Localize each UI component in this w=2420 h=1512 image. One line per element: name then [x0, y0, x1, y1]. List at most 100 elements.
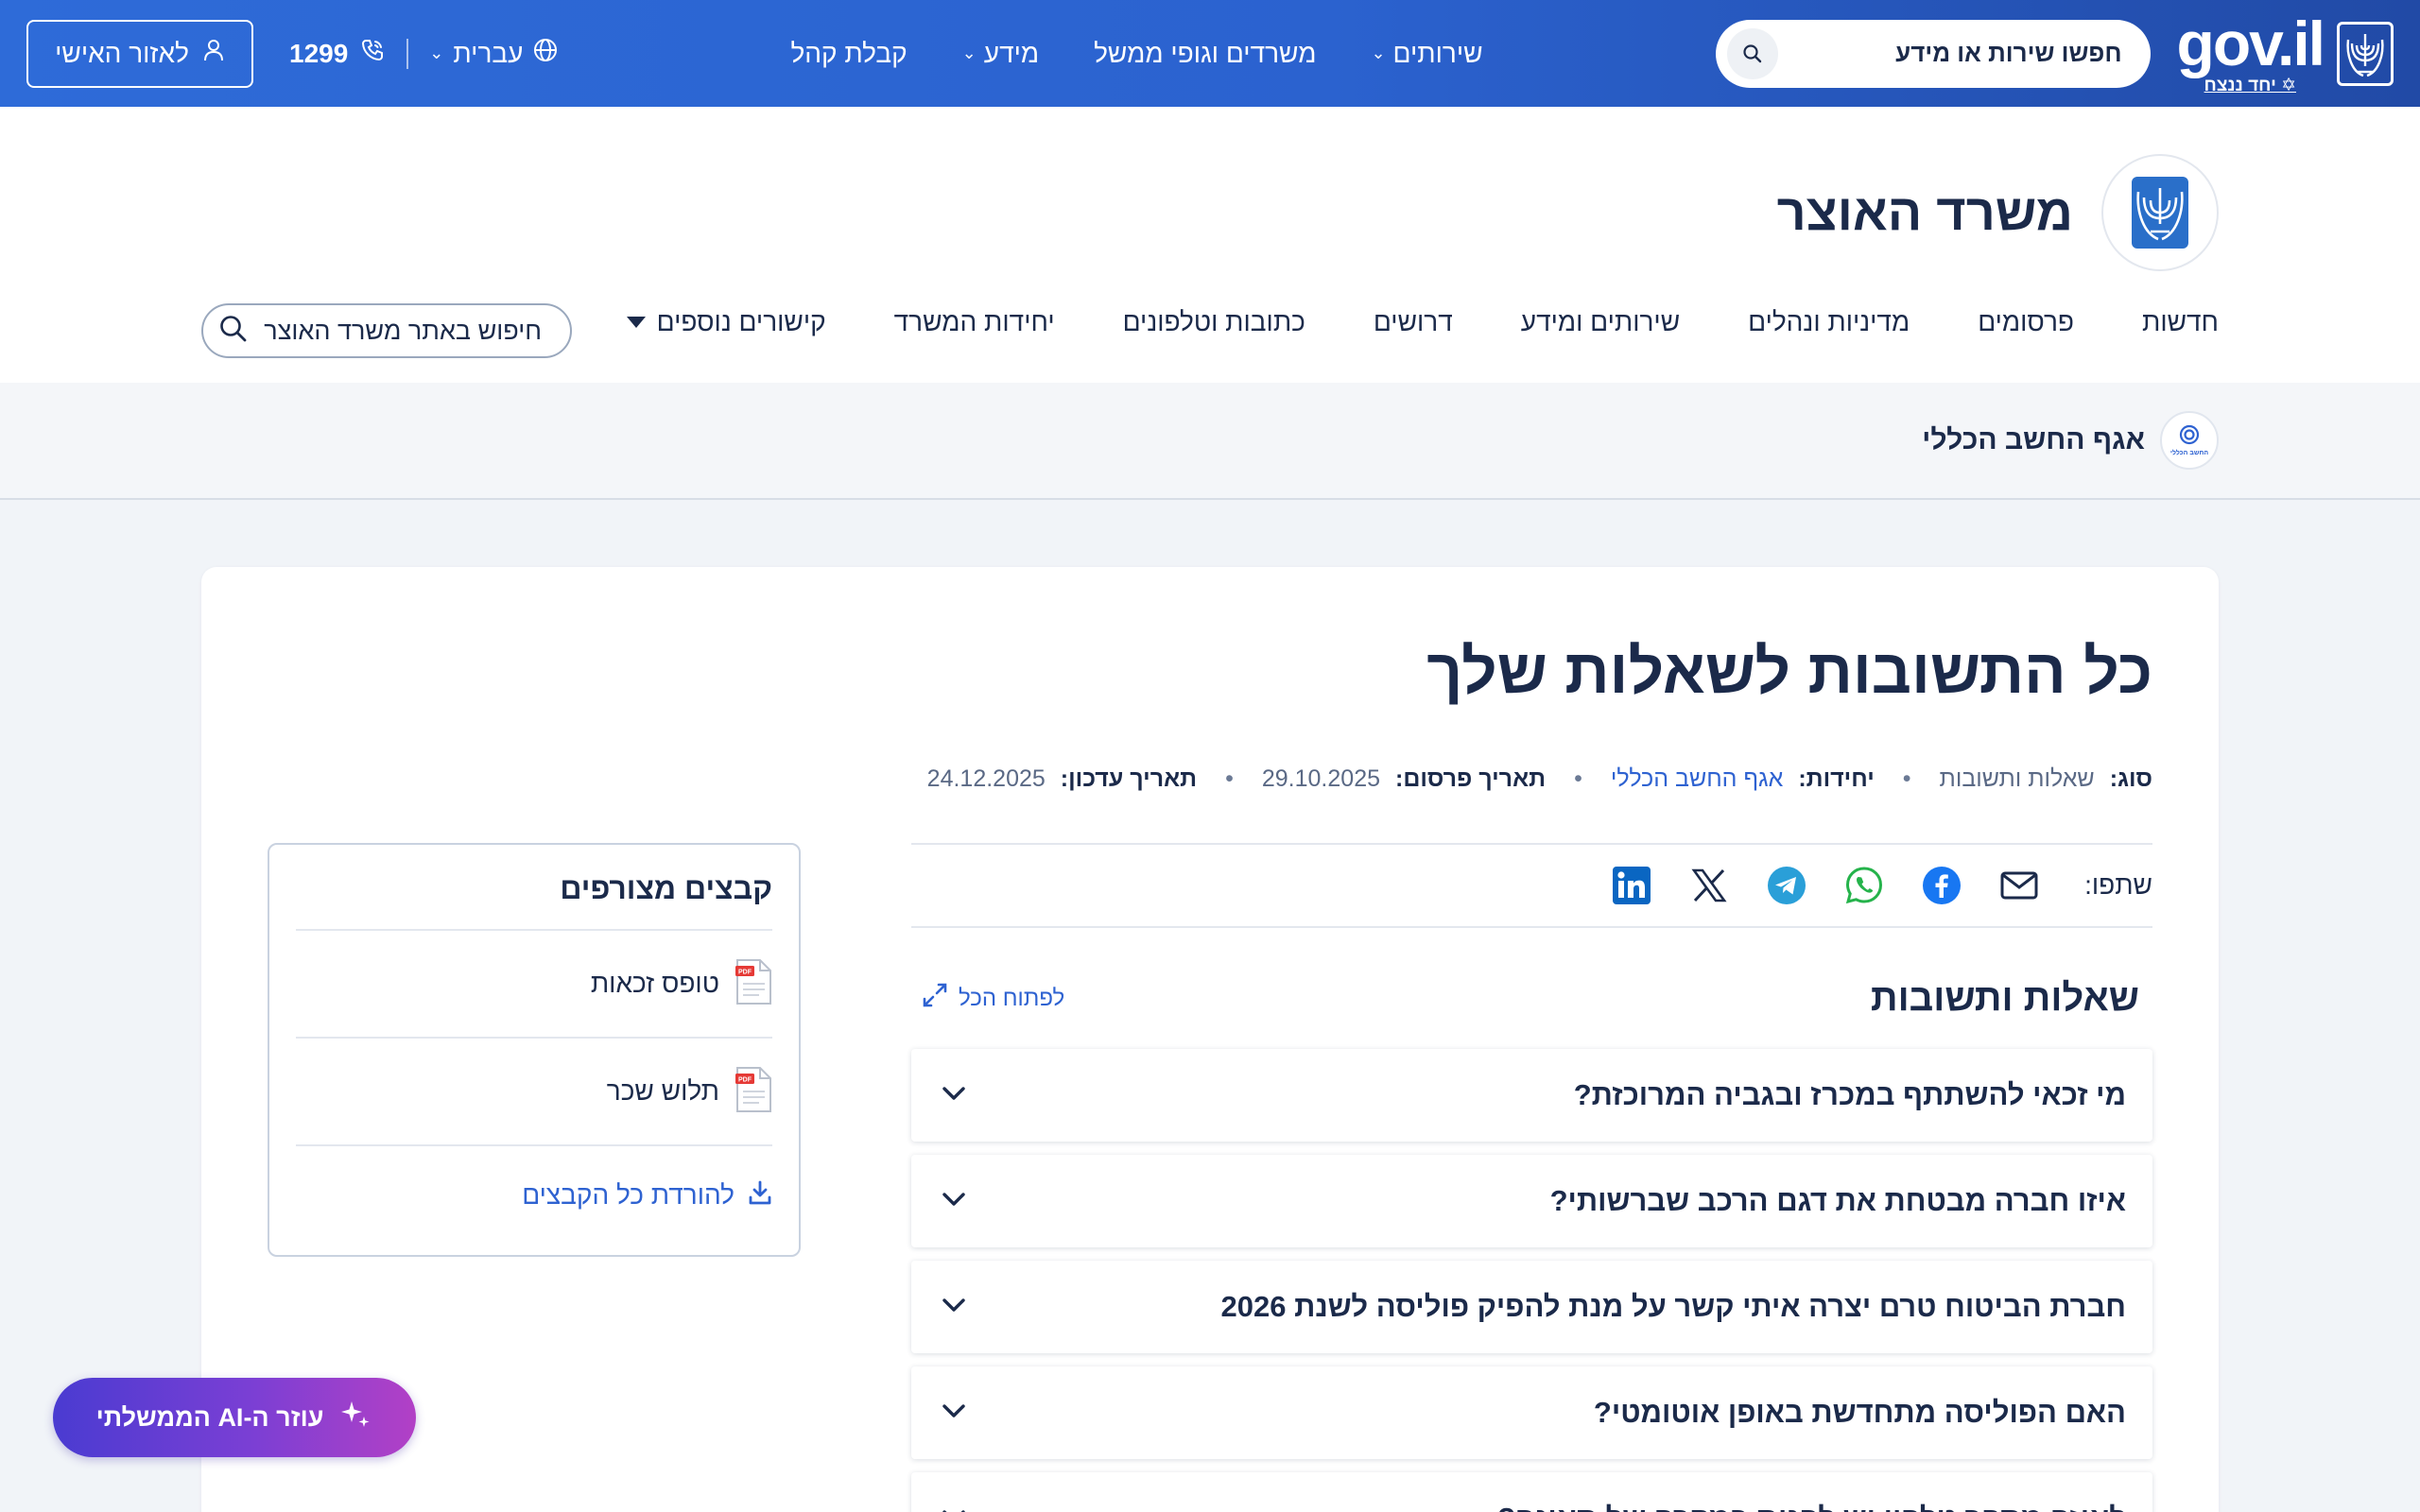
chevron-down-icon — [940, 1296, 968, 1319]
meta-separator: • — [1225, 765, 1234, 792]
attachment-name: תלוש שכר — [606, 1076, 719, 1106]
chevron-down-icon — [940, 1401, 968, 1425]
ministry-emblem-icon[interactable] — [2101, 154, 2219, 271]
top-search-box — [1715, 19, 2151, 88]
attachments-title: קבצים מצורפים — [296, 871, 772, 931]
chevron-down-icon: ⌄ — [961, 43, 977, 62]
state-emblem-icon — [2337, 21, 2394, 86]
personal-area-label: לאזור האישי — [55, 38, 189, 68]
globe-icon — [532, 37, 559, 70]
faq-item[interactable]: חברת הביטוח טרם יצרה איתי קשר על מנת להפ… — [911, 1261, 2152, 1353]
top-nav: שירותים ⌄ משרדים וגופי ממשל מידע ⌄ קבלת … — [790, 39, 1482, 69]
pdf-file-icon: PDF — [735, 1066, 772, 1118]
top-nav-info[interactable]: מידע ⌄ — [962, 39, 1039, 69]
gov-il-logo-text: gov.il — [2176, 9, 2325, 78]
open-all-label: לפתוח הכל — [959, 985, 1065, 1011]
meta-published-value: 29.10.2025 — [1261, 765, 1380, 792]
faq-header: שאלות ותשובות לפתוח הכל — [911, 977, 2152, 1020]
faq-title: שאלות ותשובות — [1870, 977, 2139, 1019]
faq-question: מי זכאי להשתתף במכרז ובגביה המרוכזת? — [1573, 1078, 2126, 1111]
user-icon — [202, 38, 225, 69]
faq-item[interactable]: לאיזה מספר טלפון יש לפנות במקרה של תאונה… — [911, 1472, 2152, 1512]
ministry-nav-more-links[interactable]: קישורים נוספים — [626, 307, 826, 337]
language-label: עברית — [453, 38, 524, 68]
top-nav-label: שירותים — [1392, 38, 1483, 68]
ministry-nav-services[interactable]: שירותים ומידע — [1521, 307, 1680, 337]
ai-assistant-button[interactable]: עוזר ה-AI הממשלתי — [53, 1378, 416, 1457]
attachment-item[interactable]: PDF תלוש שכר — [296, 1039, 772, 1146]
chevron-down-icon — [940, 1190, 968, 1213]
unit-logo[interactable]: החשב הכללי — [2160, 411, 2219, 470]
pdf-file-icon: PDF — [735, 958, 772, 1010]
top-nav-label: משרדים וגופי ממשל — [1094, 38, 1317, 68]
ministry-nav-policy[interactable]: מדיניות ונהלים — [1748, 307, 1910, 337]
linkedin-icon[interactable] — [1610, 864, 1653, 907]
chevron-down-icon: ⌄ — [1371, 43, 1386, 62]
ministry-search-input[interactable] — [258, 316, 542, 346]
ministry-nav-news[interactable]: חדשות — [2142, 307, 2219, 337]
top-nav-services[interactable]: שירותים ⌄ — [1371, 39, 1482, 69]
ministry-name[interactable]: משרד האוצר — [1777, 183, 2073, 242]
chevron-down-icon — [940, 1507, 968, 1512]
top-nav-offices[interactable]: משרדים וגופי ממשל — [1094, 39, 1316, 69]
share-bar: שתפו: — [911, 843, 2152, 928]
search-icon[interactable] — [218, 314, 249, 349]
faq-list: מי זכאי להשתתף במכרז ובגביה המרוכזת? איז… — [911, 1049, 2152, 1512]
meta-separator: • — [1574, 765, 1582, 792]
unit-logo-text: החשב הכללי — [2170, 449, 2208, 456]
meta-units-link[interactable]: אגף החשב הכללי — [1611, 765, 1783, 793]
faq-item[interactable]: איזו חברה מבטחת את דגם הרכב שברשותי? — [911, 1155, 2152, 1247]
mail-icon[interactable] — [1997, 864, 2041, 907]
top-utilities: עברית ⌄ 1299 לאזור האישי — [26, 19, 559, 88]
pdf-badge-text: PDF — [738, 1076, 752, 1083]
chevron-down-icon: ⌄ — [429, 43, 444, 62]
personal-area-button[interactable]: לאזור האישי — [26, 19, 253, 88]
pdf-badge-text: PDF — [738, 969, 752, 975]
faq-question: האם הפוליסה מתחדשת באופן אוטומטי? — [1593, 1396, 2126, 1429]
ministry-header: משרד האוצר חדשות פרסומים מדיניות ונהלים … — [0, 107, 2420, 383]
ministry-nav-contacts[interactable]: כתובות וטלפונים — [1123, 307, 1305, 337]
meta-units-label: יחידות: — [1798, 765, 1875, 792]
ai-assistant-label: עוזר ה-AI הממשלתי — [95, 1402, 324, 1432]
ministry-nav-jobs[interactable]: דרושים — [1374, 307, 1453, 337]
top-nav-label: מידע — [983, 38, 1040, 68]
open-all-button[interactable]: לפתוח הכל — [921, 981, 1064, 1016]
divider — [406, 38, 409, 69]
article-meta: סוג: שאלות ותשובות • יחידות: אגף החשב הכ… — [927, 765, 2152, 793]
facebook-icon[interactable] — [1920, 864, 1963, 907]
top-search-input[interactable] — [1800, 39, 2122, 68]
faq-question: איזו חברה מבטחת את דגם הרכב שברשותי? — [1549, 1184, 2126, 1217]
download-all-label: להורדת כל הקבצים — [522, 1180, 735, 1210]
chevron-down-icon — [940, 1084, 968, 1108]
faq-item[interactable]: מי זכאי להשתתף במכרז ובגביה המרוכזת? — [911, 1049, 2152, 1142]
logo-tagline: ✡ יחד ננצח — [2204, 76, 2296, 95]
page-title: כל התשובות לשאלות שלך — [1426, 636, 2152, 706]
sparkle-icon — [338, 1398, 372, 1438]
unit-strip: החשב הכללי אגף החשב הכללי — [0, 383, 2420, 500]
phone-label: 1299 — [289, 38, 349, 68]
ministry-nav-units[interactable]: יחידות המשרד — [894, 307, 1055, 337]
faq-question: לאיזה מספר טלפון יש לפנות במקרה של תאונה… — [1497, 1502, 2126, 1512]
faq-item[interactable]: האם הפוליסה מתחדשת באופן אוטומטי? — [911, 1366, 2152, 1459]
search-icon[interactable] — [1726, 27, 1778, 79]
ministry-nav: חדשות פרסומים מדיניות ונהלים שירותים ומי… — [626, 307, 2219, 337]
unit-name[interactable]: אגף החשב הכללי — [1922, 424, 2145, 456]
attachment-name: טופס זכאות — [590, 969, 719, 998]
phone-number[interactable]: 1299 — [289, 37, 386, 70]
meta-type-value: שאלות ותשובות — [1939, 765, 2095, 792]
meta-separator: • — [1902, 765, 1911, 792]
content-card: כל התשובות לשאלות שלך סוג: שאלות ותשובות… — [201, 567, 2219, 1512]
gov-logo[interactable]: gov.il ✡ יחד ננצח — [2177, 12, 2394, 94]
language-selector[interactable]: עברית ⌄ — [429, 37, 559, 70]
top-nav-reception[interactable]: קבלת קהל — [790, 39, 907, 69]
telegram-icon[interactable] — [1765, 864, 1808, 907]
attachments-box: קבצים מצורפים PDF טופס זכאות PDF תלוש שכ… — [268, 843, 801, 1257]
download-all-button[interactable]: להורדת כל הקבצים — [296, 1146, 772, 1245]
whatsapp-icon[interactable] — [1842, 864, 1886, 907]
ministry-search-box — [201, 303, 572, 358]
meta-updated-value: 24.12.2025 — [926, 765, 1046, 792]
ministry-nav-publications[interactable]: פרסומים — [1978, 307, 2074, 337]
attachment-item[interactable]: PDF טופס זכאות — [296, 931, 772, 1039]
phone-icon — [359, 37, 386, 70]
x-icon[interactable] — [1687, 864, 1731, 907]
